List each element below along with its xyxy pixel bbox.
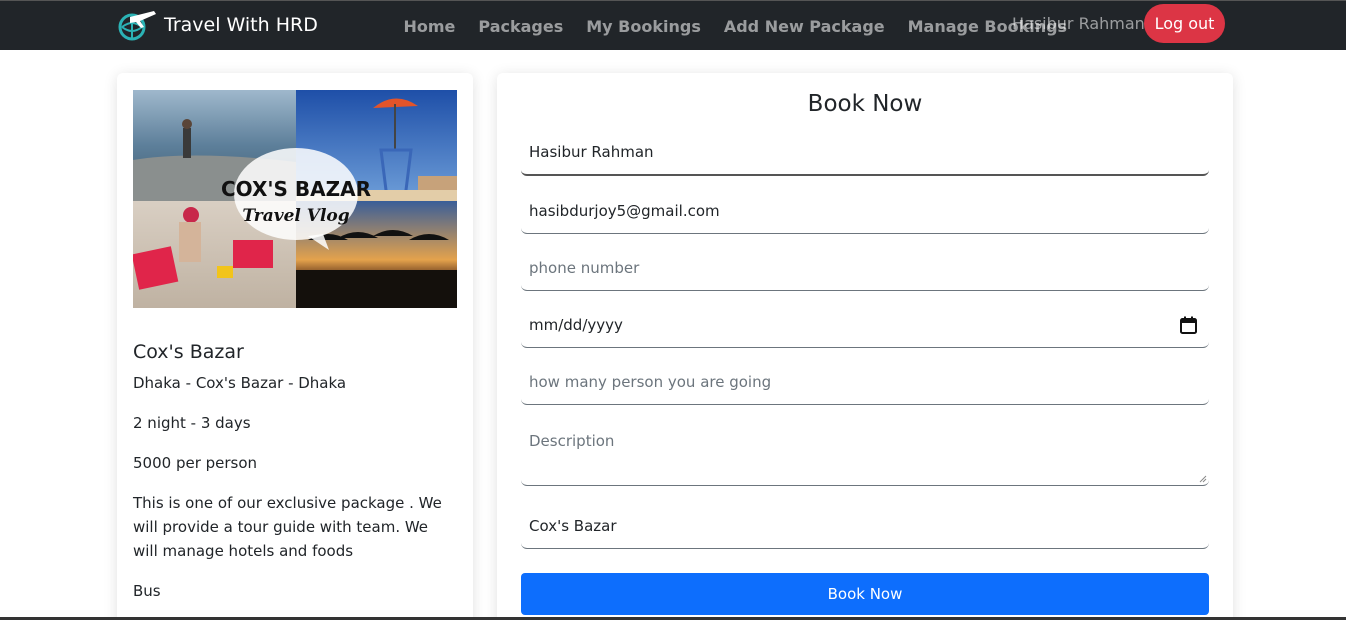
- image-subtitle-text: Travel Vlog: [242, 206, 349, 226]
- nav-links: Home Packages My Bookings Add New Packag…: [392, 1, 1079, 51]
- package-name-input-value: Cox's Bazar: [529, 516, 617, 535]
- phone-input[interactable]: phone number: [521, 245, 1209, 291]
- logout-button[interactable]: Log out: [1144, 4, 1225, 43]
- booking-form-card: Book Now Hasibur Rahman hasibdurjoy5@gma…: [497, 73, 1233, 620]
- date-input-placeholder: mm/dd/yyyy: [529, 315, 623, 334]
- package-name: Cox's Bazar: [133, 341, 244, 363]
- description-placeholder: Description: [529, 432, 615, 450]
- phone-input-placeholder: phone number: [529, 258, 640, 277]
- persons-input-placeholder: how many person you are going: [529, 372, 772, 391]
- nav-link-home[interactable]: Home: [392, 17, 467, 36]
- brand-name: Travel With HRD: [164, 14, 318, 36]
- date-input[interactable]: mm/dd/yyyy: [521, 302, 1209, 348]
- nav-link-packages[interactable]: Packages: [467, 17, 575, 36]
- name-input-value: Hasibur Rahman: [529, 143, 654, 161]
- email-input-value: hasibdurjoy5@gmail.com: [529, 201, 720, 220]
- user-name: Hasibur Rahman: [1012, 14, 1145, 33]
- package-description: This is one of our exclusive package . W…: [133, 494, 442, 560]
- globe-plane-logo-icon: [118, 11, 156, 41]
- brand[interactable]: Travel With HRD: [116, 7, 318, 43]
- package-image: COX'S BAZAR Travel Vlog: [133, 90, 457, 308]
- package-name-input[interactable]: Cox's Bazar: [521, 503, 1209, 549]
- package-price: 5000 per person: [133, 454, 258, 472]
- name-input[interactable]: Hasibur Rahman: [521, 130, 1209, 176]
- booking-form-title: Book Now: [807, 91, 923, 117]
- package-transport: Bus: [133, 582, 161, 600]
- package-card: COX'S BAZAR Travel Vlog Cox's Bazar Dhak…: [117, 73, 473, 620]
- description-textarea[interactable]: Description: [521, 420, 1209, 486]
- persons-input[interactable]: how many person you are going: [521, 359, 1209, 405]
- package-route: Dhaka - Cox's Bazar - Dhaka: [133, 374, 347, 392]
- package-duration: 2 night - 3 days: [133, 414, 251, 432]
- package-details: Cox's Bazar Dhaka - Cox's Bazar - Dhaka …: [133, 341, 457, 619]
- nav-link-my-bookings[interactable]: My Bookings: [575, 17, 713, 36]
- navbar: Travel With HRD Home Packages My Booking…: [0, 0, 1346, 50]
- image-title-text: COX'S BAZAR: [221, 177, 371, 201]
- nav-link-add-new-package[interactable]: Add New Package: [712, 17, 896, 36]
- email-input[interactable]: hasibdurjoy5@gmail.com: [521, 188, 1209, 234]
- calendar-icon[interactable]: [1180, 316, 1197, 334]
- book-now-button[interactable]: Book Now: [521, 573, 1209, 615]
- resize-handle-icon[interactable]: [1199, 475, 1207, 483]
